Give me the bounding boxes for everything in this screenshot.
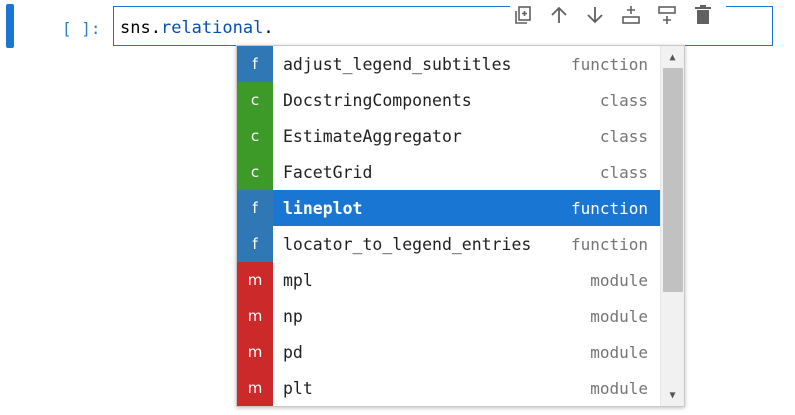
type-badge: f — [237, 226, 273, 262]
completer-item-label: EstimateAggregator — [283, 126, 462, 146]
duplicate-cell-button[interactable] — [510, 2, 536, 28]
delete-cell-icon — [695, 5, 711, 24]
completer-item-label: plt — [283, 378, 313, 398]
move-up-button[interactable] — [546, 2, 572, 28]
completer-scrollbar[interactable]: ▲ ▼ — [660, 46, 684, 406]
completer-list: f adjust_legend_subtitles function c Doc… — [237, 46, 660, 406]
completer-item-label: lineplot — [283, 198, 363, 218]
completer-item-label: pd — [283, 342, 303, 362]
type-badge: m — [237, 370, 273, 406]
scroll-up-arrow-icon[interactable]: ▲ — [661, 48, 684, 66]
completer-item-type: function — [570, 54, 648, 74]
type-badge: m — [237, 334, 273, 370]
move-up-icon — [551, 6, 567, 23]
scroll-down-arrow-icon[interactable]: ▼ — [661, 386, 684, 404]
type-badge: c — [237, 154, 273, 190]
completer-item[interactable]: m mpl module — [237, 262, 660, 298]
cell-toolbar — [510, 2, 726, 28]
scrollbar-thumb[interactable] — [663, 68, 683, 292]
cell-prompt: [ ]: — [62, 19, 101, 38]
completer-item-label: mpl — [283, 270, 313, 290]
code-dot-token: . — [150, 18, 161, 38]
insert-cell-above-button[interactable] — [618, 2, 644, 28]
type-badge: c — [237, 82, 273, 118]
completer-item-label: adjust_legend_subtitles — [283, 54, 512, 74]
active-cell-indicator — [6, 4, 14, 48]
completer-item[interactable]: f adjust_legend_subtitles function — [237, 46, 660, 82]
completer-item-label: locator_to_legend_entries — [283, 234, 532, 254]
type-badge: f — [237, 190, 273, 226]
type-badge: f — [237, 46, 273, 82]
completer-item-type: function — [570, 234, 648, 254]
completer-item-type: module — [590, 270, 648, 290]
completer-popup: f adjust_legend_subtitles function c Doc… — [236, 45, 685, 407]
type-badge: m — [237, 262, 273, 298]
completer-item[interactable]: c FacetGrid class — [237, 154, 660, 190]
completer-item-type: class — [599, 162, 648, 182]
move-down-icon — [587, 7, 603, 24]
code-line: sns.relational. — [120, 18, 274, 38]
insert-cell-below-button[interactable] — [654, 2, 680, 28]
completer-item-type: class — [599, 90, 648, 110]
completer-item[interactable]: c EstimateAggregator class — [237, 118, 660, 154]
insert-cell-above-icon — [622, 6, 640, 24]
insert-cell-below-icon — [658, 6, 676, 24]
completer-item-label: np — [283, 306, 303, 326]
move-down-button[interactable] — [582, 2, 608, 28]
completer-item[interactable]: f locator_to_legend_entries function — [237, 226, 660, 262]
completer-item-type: class — [599, 126, 648, 146]
completer-item[interactable]: m pd module — [237, 334, 660, 370]
code-module-token: sns — [120, 18, 151, 38]
type-badge: c — [237, 118, 273, 154]
completer-item-label: DocstringComponents — [283, 90, 472, 110]
code-attribute-token: relational — [160, 18, 264, 38]
code-dot-token: . — [263, 18, 274, 38]
duplicate-cell-icon — [515, 6, 531, 24]
completer-item[interactable]: c DocstringComponents class — [237, 82, 660, 118]
completer-item[interactable]: m np module — [237, 298, 660, 334]
delete-cell-button[interactable] — [690, 2, 716, 28]
completer-item-label: FacetGrid — [283, 162, 373, 182]
completer-item-type: module — [590, 306, 648, 326]
completer-item-type: module — [590, 342, 648, 362]
type-badge: m — [237, 298, 273, 334]
completer-item-type: function — [570, 198, 648, 218]
completer-item[interactable]: f lineplot function — [237, 190, 660, 226]
completer-item[interactable]: m plt module — [237, 370, 660, 406]
completer-item-type: module — [590, 378, 648, 398]
